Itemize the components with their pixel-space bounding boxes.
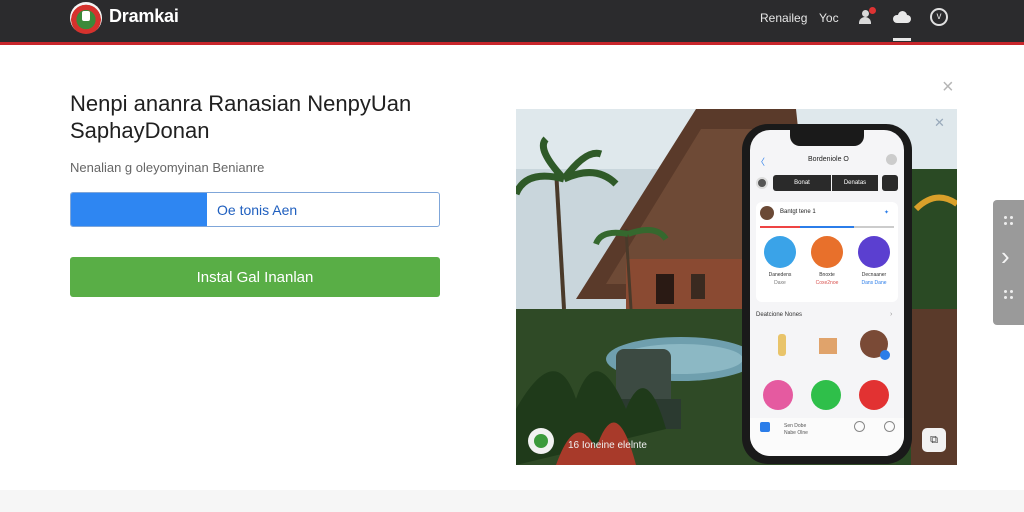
chevron-circle-icon[interactable]: v bbox=[930, 8, 948, 26]
phone-section-title: Deatcione Nones bbox=[756, 312, 803, 318]
side-panel[interactable]: › bbox=[993, 200, 1024, 325]
brand-name[interactable]: Dramkai bbox=[109, 6, 179, 27]
app-sublabel-1: Daxe bbox=[774, 280, 786, 286]
download-progress-bar: Oe tonis Aen bbox=[70, 192, 440, 227]
phone-notch bbox=[790, 130, 864, 146]
app-label-2: Bnoxte bbox=[819, 272, 835, 278]
settings-icon[interactable] bbox=[884, 421, 895, 432]
more-icon[interactable] bbox=[1004, 290, 1014, 302]
app-label-3: Decnaaner bbox=[861, 272, 887, 278]
notification-dot bbox=[869, 7, 876, 14]
chevron-right-icon[interactable]: › bbox=[1001, 243, 1010, 269]
logo-icon[interactable] bbox=[70, 2, 102, 34]
close-icon[interactable]: × bbox=[942, 76, 954, 99]
app-icon-1 bbox=[764, 236, 796, 268]
scene-badge-icon[interactable] bbox=[528, 428, 554, 454]
profile-avatar-icon[interactable] bbox=[756, 177, 768, 189]
bottom-text-2: Nabe Olne bbox=[784, 430, 808, 436]
phone-bottom-bar: Sen Dobe Nabe Olne bbox=[750, 418, 904, 456]
bottom-text-1: Sen Dobe bbox=[784, 423, 807, 429]
app-tile-2[interactable]: Bnoxte Coxe2noe bbox=[811, 236, 843, 286]
red-app-icon[interactable] bbox=[859, 380, 889, 410]
top-bar: Dramkai Renaileg Yoc v bbox=[0, 0, 1024, 42]
progress-label: Oe tonis Aen bbox=[217, 202, 298, 218]
nav-link-2[interactable]: Yoc bbox=[819, 11, 839, 25]
bottle-icon[interactable] bbox=[768, 332, 796, 360]
phone-tab-bar: Bonat Denatas bbox=[756, 175, 898, 191]
nav-link-1[interactable]: Renaileg bbox=[760, 11, 807, 25]
card-divider bbox=[760, 226, 894, 228]
app-tile-1[interactable]: Danedens Daxe bbox=[764, 236, 796, 286]
scene-caption: 16 Ioneine elelnte bbox=[568, 440, 647, 451]
app-icon-2 bbox=[811, 236, 843, 268]
phone-tab-more[interactable] bbox=[882, 175, 898, 191]
box-icon[interactable] bbox=[814, 332, 842, 360]
chevron-right-icon[interactable]: › bbox=[890, 311, 892, 318]
user-icon[interactable] bbox=[858, 7, 876, 24]
phone-screen: 〈 Bordeniole O Bonat Denatas Bantgt tene… bbox=[750, 130, 904, 456]
phone-tab-2[interactable]: Denatas bbox=[832, 175, 878, 191]
app-sublabel-2: Coxe2noe bbox=[815, 280, 839, 286]
green-app-icon[interactable] bbox=[811, 380, 841, 410]
progress-fill bbox=[71, 193, 208, 226]
bottom-text: Sen Dobe Nabe Olne bbox=[784, 423, 808, 437]
pink-app-icon[interactable] bbox=[763, 380, 793, 410]
phone-close-icon[interactable] bbox=[886, 154, 897, 165]
app-icon-3 bbox=[858, 236, 890, 268]
app-sublabel-3: Dans Dane bbox=[861, 280, 887, 286]
crop-icon[interactable]: ⧉ bbox=[922, 428, 946, 452]
card-tag-icon[interactable]: ✦ bbox=[884, 209, 889, 216]
card-title: Bantgt tene 1 bbox=[780, 209, 816, 215]
phone-card: Bantgt tene 1 ✦ Danedens Daxe Bnoxte Cox… bbox=[756, 202, 898, 302]
page-subtitle: Nenalian g oleyomyinan Benianre bbox=[70, 160, 265, 175]
app-tile-3[interactable]: Decnaaner Dans Dane bbox=[858, 236, 890, 286]
header-accent-line bbox=[0, 42, 1024, 45]
search-icon[interactable] bbox=[854, 421, 865, 432]
cloud-icon[interactable] bbox=[893, 11, 911, 23]
active-tab-indicator bbox=[893, 38, 911, 41]
phone-tab-1[interactable]: Bonat bbox=[773, 175, 831, 191]
phone-back-icon[interactable]: 〈 bbox=[756, 155, 765, 168]
install-button[interactable]: Instal Gal Inanlan bbox=[70, 257, 440, 297]
home-icon[interactable] bbox=[760, 422, 770, 432]
page-title: Nenpi ananra Ranasian NenpyUan SaphayDon… bbox=[70, 91, 412, 143]
drag-handle-icon[interactable] bbox=[1004, 216, 1014, 228]
contact-avatar[interactable] bbox=[860, 330, 890, 360]
footer-band bbox=[0, 490, 1024, 512]
scene-close-icon[interactable]: ✕ bbox=[934, 115, 945, 131]
avatar bbox=[760, 206, 774, 220]
phone-title: Bordeniole O bbox=[808, 156, 849, 163]
app-label-1: Danedens bbox=[768, 272, 792, 278]
